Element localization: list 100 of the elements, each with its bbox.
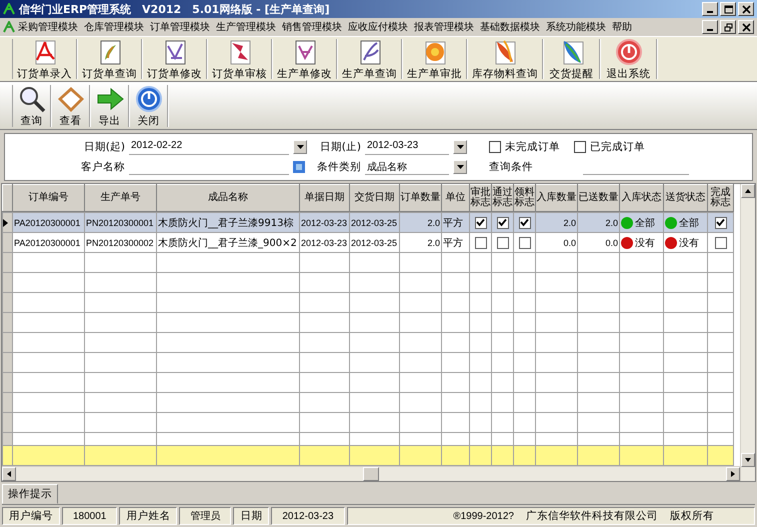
toolbar-button[interactable]: 关闭 <box>130 85 168 127</box>
menu-item[interactable]: 基础数据模块 <box>477 19 543 35</box>
toolbar-button[interactable]: 库存物料查询 <box>468 39 543 79</box>
checkbox[interactable] <box>489 141 501 153</box>
table-cell: PA20120300001 <box>12 232 84 252</box>
dropdown-button[interactable] <box>453 140 467 154</box>
restore-icon <box>724 22 732 32</box>
menu-item[interactable]: 系统功能模块 <box>543 19 609 35</box>
table-cell: PA20120300001 <box>12 212 84 232</box>
scroll-arrow-button[interactable] <box>726 467 740 481</box>
table-cell: PN20120300002 <box>84 232 156 252</box>
column-header[interactable]: 送货状态 <box>664 184 708 212</box>
table-cell: 木质防火门__君子兰漆9913棕 <box>156 212 300 232</box>
table-cell: 2.0 <box>400 232 442 252</box>
copyright-text: ®1999-2012? <box>453 510 514 522</box>
column-header[interactable]: 审批标志 <box>470 184 492 212</box>
toolbar-button[interactable]: 生产单修改 <box>273 39 337 79</box>
toolbar-button[interactable]: 生产单审批 <box>403 39 467 79</box>
dropdown-field[interactable]: 成品名称 <box>365 160 449 174</box>
column-header[interactable]: 领料标志 <box>514 184 536 212</box>
triangle-icon <box>730 471 736 477</box>
checkbox[interactable] <box>574 141 586 153</box>
status-label: 日期 <box>233 507 270 525</box>
date-field[interactable]: 2012-02-22 <box>129 140 289 154</box>
menu-item[interactable]: 报表管理模块 <box>411 19 477 35</box>
caret-icon <box>296 145 304 149</box>
toolbar-button[interactable]: 订货单查询 <box>78 39 142 79</box>
column-header[interactable]: 交货日期 <box>350 184 400 212</box>
table-cell: 平方 <box>442 212 470 232</box>
column-header[interactable]: 订单数量 <box>400 184 442 212</box>
menu-item[interactable]: 销售管理模块 <box>279 19 345 35</box>
maximize-button[interactable] <box>720 2 736 16</box>
column-header[interactable]: 单位 <box>442 184 470 212</box>
column-header[interactable]: 单据日期 <box>300 184 350 212</box>
toolbar-button[interactable]: 生产单查询 <box>338 39 402 79</box>
triangle-icon <box>6 471 12 477</box>
status-label: 用户姓名 <box>119 507 178 525</box>
field-label: 客户名称 <box>80 160 125 174</box>
close-icon <box>742 22 750 32</box>
close-button[interactable] <box>738 2 754 16</box>
tab[interactable]: 操作提示 <box>2 484 58 504</box>
toolbar-button[interactable]: 导出 <box>91 85 129 127</box>
date-field[interactable]: 2012-03-23 <box>365 140 449 154</box>
toolbar-button[interactable]: 退出系统 <box>601 39 657 79</box>
toolbar-button[interactable]: 订货单修改 <box>143 39 207 79</box>
table-row[interactable]: PA20120300001 PN20120300002 木质防火门__君子兰漆_900×2 2012-03-23 2012-03-25 2.0 平方 0.0 0.0 没有 没有 <box>2 232 734 252</box>
menu-item[interactable]: 帮助 <box>609 19 635 35</box>
checkbox[interactable] <box>496 236 508 248</box>
field-label: 日期(止) <box>318 140 361 154</box>
toolbar-button[interactable]: 订货单审核 <box>208 39 272 79</box>
status-value: 2012-03-23 <box>271 507 345 525</box>
check-icon <box>520 218 529 227</box>
menu-item[interactable]: 生产管理模块 <box>213 19 279 35</box>
column-header[interactable]: 成品名称 <box>156 184 300 212</box>
table-row[interactable]: PA20120300001 PN20120300001 木质防火门__君子兰漆9913棕 2012-03-23 2012-03-25 2.0 平方 2.0 2.0 全部 全部 <box>2 212 734 232</box>
checkbox[interactable] <box>714 236 726 248</box>
scroll-arrow-button[interactable] <box>741 184 755 198</box>
checkbox[interactable] <box>518 236 530 248</box>
column-header[interactable]: 入库数量 <box>536 184 578 212</box>
toolbar-button[interactable]: 交货提醒 <box>544 39 600 79</box>
table-cell: 2012-03-23 <box>300 212 350 232</box>
dropdown-button[interactable] <box>293 140 307 154</box>
rights-text: 版权所有 <box>670 509 714 523</box>
minimize-button[interactable] <box>702 2 718 16</box>
checkbox[interactable] <box>496 216 508 228</box>
scroll-arrow-button[interactable] <box>2 467 16 481</box>
checkbox-label: 未完成订单 <box>505 140 560 154</box>
table-cell: 2.0 <box>400 212 442 232</box>
checkbox[interactable] <box>714 216 726 228</box>
dropdown-button[interactable] <box>453 160 467 174</box>
status-value: 180001 <box>62 507 118 525</box>
menu-item[interactable]: 订单管理模块 <box>147 19 213 35</box>
toolbar-button[interactable]: 订货单录入 <box>13 39 77 79</box>
horizontal-scrollbar[interactable] <box>2 466 740 481</box>
column-header[interactable]: 通过标志 <box>492 184 514 212</box>
scroll-thumb[interactable] <box>363 467 379 481</box>
app-logo-icon <box>3 21 15 33</box>
column-header[interactable]: 入库状态 <box>620 184 664 212</box>
company-name: 广东信华软件科技有限公司 <box>526 509 658 523</box>
column-header[interactable]: 已送数量 <box>578 184 620 212</box>
menu-item[interactable]: 采购管理模块 <box>15 19 81 35</box>
minimize-button[interactable] <box>702 20 718 34</box>
toolbar-button[interactable]: 查询 <box>13 85 51 127</box>
checkbox[interactable] <box>518 216 530 228</box>
column-header[interactable]: 生产单号 <box>84 184 156 212</box>
restore-button[interactable] <box>720 20 736 34</box>
menu-item[interactable]: 仓库管理模块 <box>81 19 147 35</box>
minimize-icon <box>707 11 713 13</box>
table-cell: PN20120300001 <box>84 212 156 232</box>
vertical-scrollbar[interactable] <box>740 184 755 481</box>
column-header[interactable]: 完成标志 <box>708 184 734 212</box>
check-icon <box>716 218 725 227</box>
toolbar-button[interactable]: 查看 <box>52 85 90 127</box>
status-text: 没有 <box>635 236 655 250</box>
checkbox[interactable] <box>474 236 486 248</box>
close-button[interactable] <box>738 20 754 34</box>
checkbox[interactable] <box>474 216 486 228</box>
column-header[interactable]: 订单编号 <box>12 184 84 212</box>
scroll-arrow-button[interactable] <box>741 453 755 467</box>
menu-item[interactable]: 应收应付模块 <box>345 19 411 35</box>
